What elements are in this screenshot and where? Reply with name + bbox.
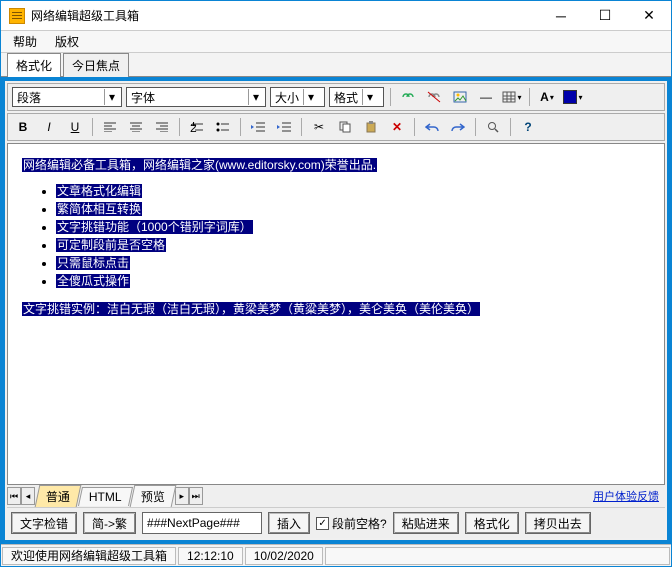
titlebar: 网络编辑超级工具箱 ─ ☐ ✕ (1, 1, 671, 31)
link-icon[interactable] (397, 87, 419, 107)
indent-button[interactable] (273, 117, 295, 137)
editor-area[interactable]: 网络编辑必备工具箱，网络编辑之家(www.editorsky.com)荣誉出品.… (7, 143, 665, 485)
feedback-link[interactable]: 用户体验反馈 (593, 488, 659, 504)
menubar: 帮助 版权 (1, 31, 671, 53)
statusbar: 欢迎使用网络编辑超级工具箱 12:12:10 10/02/2020 (1, 544, 671, 566)
unlink-icon[interactable] (423, 87, 445, 107)
delete-button[interactable]: ✕ (386, 117, 408, 137)
nav-prev-button[interactable]: ◂ (21, 487, 35, 505)
size-select[interactable]: 大小▾ (270, 87, 325, 107)
separator (475, 118, 476, 136)
chevron-down-icon: ▾ (362, 89, 377, 105)
separator (240, 118, 241, 136)
insert-button[interactable]: 插入 (268, 512, 310, 534)
paragraph-select[interactable]: 段落▾ (12, 87, 122, 107)
list-item: 全傻瓜式操作 (56, 272, 650, 290)
align-center-button[interactable] (125, 117, 147, 137)
content-line2: 文字挑错实例：洁白无瑕（洁白无瑕），黄梁美梦（黄粱美梦），美仑美奂（美伦美奂） (22, 302, 480, 316)
help-button[interactable]: ? (517, 117, 539, 137)
hr-icon[interactable]: — (475, 87, 497, 107)
nav-last-button[interactable]: ⏭ (189, 487, 203, 505)
list-item: 文章格式化编辑 (56, 182, 650, 200)
redo-button[interactable] (447, 117, 469, 137)
nav-first-button[interactable]: ⏮ (7, 487, 21, 505)
image-icon[interactable] (449, 87, 471, 107)
bold-button[interactable]: B (12, 117, 34, 137)
bottom-tabbar: ⏮ ◂ 普通 HTML 预览 ▸ ⏭ 用户体验反馈 (7, 485, 665, 507)
client-area: 段落▾ 字体▾ 大小▾ 格式▾ — ▾ A▾ ▾ B I U 12 (1, 77, 671, 544)
checkbox-icon: ✓ (316, 517, 329, 530)
list-item: 只需鼠标点击 (56, 254, 650, 272)
cut-button[interactable]: ✂ (308, 117, 330, 137)
toolbar-row-1: 段落▾ 字体▾ 大小▾ 格式▾ — ▾ A▾ ▾ (7, 83, 665, 111)
italic-button[interactable]: I (38, 117, 60, 137)
tab-today[interactable]: 今日焦点 (63, 53, 129, 77)
separator (390, 88, 391, 106)
tab-format[interactable]: 格式化 (7, 53, 61, 77)
check-button[interactable]: 文字检错 (11, 512, 77, 534)
align-right-button[interactable] (151, 117, 173, 137)
tab-normal[interactable]: 普通 (35, 485, 82, 507)
style-select[interactable]: 格式▾ (329, 87, 384, 107)
space-before-checkbox[interactable]: ✓ 段前空格? (316, 515, 387, 532)
app-icon (9, 8, 25, 24)
copy-out-button[interactable]: 拷贝出去 (525, 512, 591, 534)
nav-next-button[interactable]: ▸ (175, 487, 189, 505)
chevron-down-icon: ▾ (104, 89, 119, 105)
ordered-list-button[interactable]: 12 (186, 117, 208, 137)
maximize-button[interactable]: ☐ (583, 2, 627, 30)
button-row: 文字检错 简->繁 ###NextPage### 插入 ✓ 段前空格? 粘贴进来… (7, 507, 665, 538)
copy-button[interactable] (334, 117, 356, 137)
list-item: 可定制段前是否空格 (56, 236, 650, 254)
top-tabbar: 格式化 今日焦点 (1, 53, 671, 77)
feature-list: 文章格式化编辑 繁简体相互转换 文字挑错功能（1000个错别字词库） 可定制段前… (56, 182, 650, 290)
font-color-button[interactable]: A▾ (536, 87, 558, 107)
unordered-list-button[interactable] (212, 117, 234, 137)
outdent-button[interactable] (247, 117, 269, 137)
tab-preview[interactable]: 预览 (129, 485, 176, 507)
separator (179, 118, 180, 136)
paste-in-button[interactable]: 粘贴进来 (393, 512, 459, 534)
minimize-button[interactable]: ─ (539, 2, 583, 30)
tab-nav-right: ▸ ⏭ (175, 487, 203, 505)
align-left-button[interactable] (99, 117, 121, 137)
tab-nav: ⏮ ◂ (7, 487, 35, 505)
status-welcome: 欢迎使用网络编辑超级工具箱 (2, 547, 176, 565)
font-select[interactable]: 字体▾ (126, 87, 266, 107)
separator (301, 118, 302, 136)
chevron-down-icon: ▾ (303, 89, 318, 105)
menu-copyright[interactable]: 版权 (51, 31, 83, 52)
format-button[interactable]: 格式化 (465, 512, 519, 534)
status-time: 12:12:10 (178, 547, 243, 565)
simplified-to-traditional-button[interactable]: 简->繁 (83, 512, 136, 534)
separator (414, 118, 415, 136)
content-line1: 网络编辑必备工具箱，网络编辑之家(www.editorsky.com)荣誉出品. (22, 158, 377, 172)
paste-button[interactable] (360, 117, 382, 137)
separator (92, 118, 93, 136)
status-empty (325, 547, 670, 565)
separator (529, 88, 530, 106)
menu-help[interactable]: 帮助 (9, 31, 41, 52)
find-button[interactable] (482, 117, 504, 137)
window-title: 网络编辑超级工具箱 (31, 7, 539, 24)
toolbar-row-2: B I U 12 ✂ ✕ ? (7, 113, 665, 141)
list-item: 繁简体相互转换 (56, 200, 650, 218)
table-icon[interactable]: ▾ (501, 87, 523, 107)
underline-button[interactable]: U (64, 117, 86, 137)
status-date: 10/02/2020 (245, 547, 323, 565)
chevron-down-icon: ▾ (248, 89, 263, 105)
page-marker-input[interactable]: ###NextPage### (142, 512, 262, 534)
list-item: 文字挑错功能（1000个错别字词库） (56, 218, 650, 236)
close-button[interactable]: ✕ (627, 2, 671, 30)
app-window: 网络编辑超级工具箱 ─ ☐ ✕ 帮助 版权 格式化 今日焦点 段落▾ 字体▾ 大… (0, 0, 672, 567)
undo-button[interactable] (421, 117, 443, 137)
separator (510, 118, 511, 136)
tab-html[interactable]: HTML (78, 487, 133, 506)
bg-color-button[interactable]: ▾ (562, 87, 584, 107)
